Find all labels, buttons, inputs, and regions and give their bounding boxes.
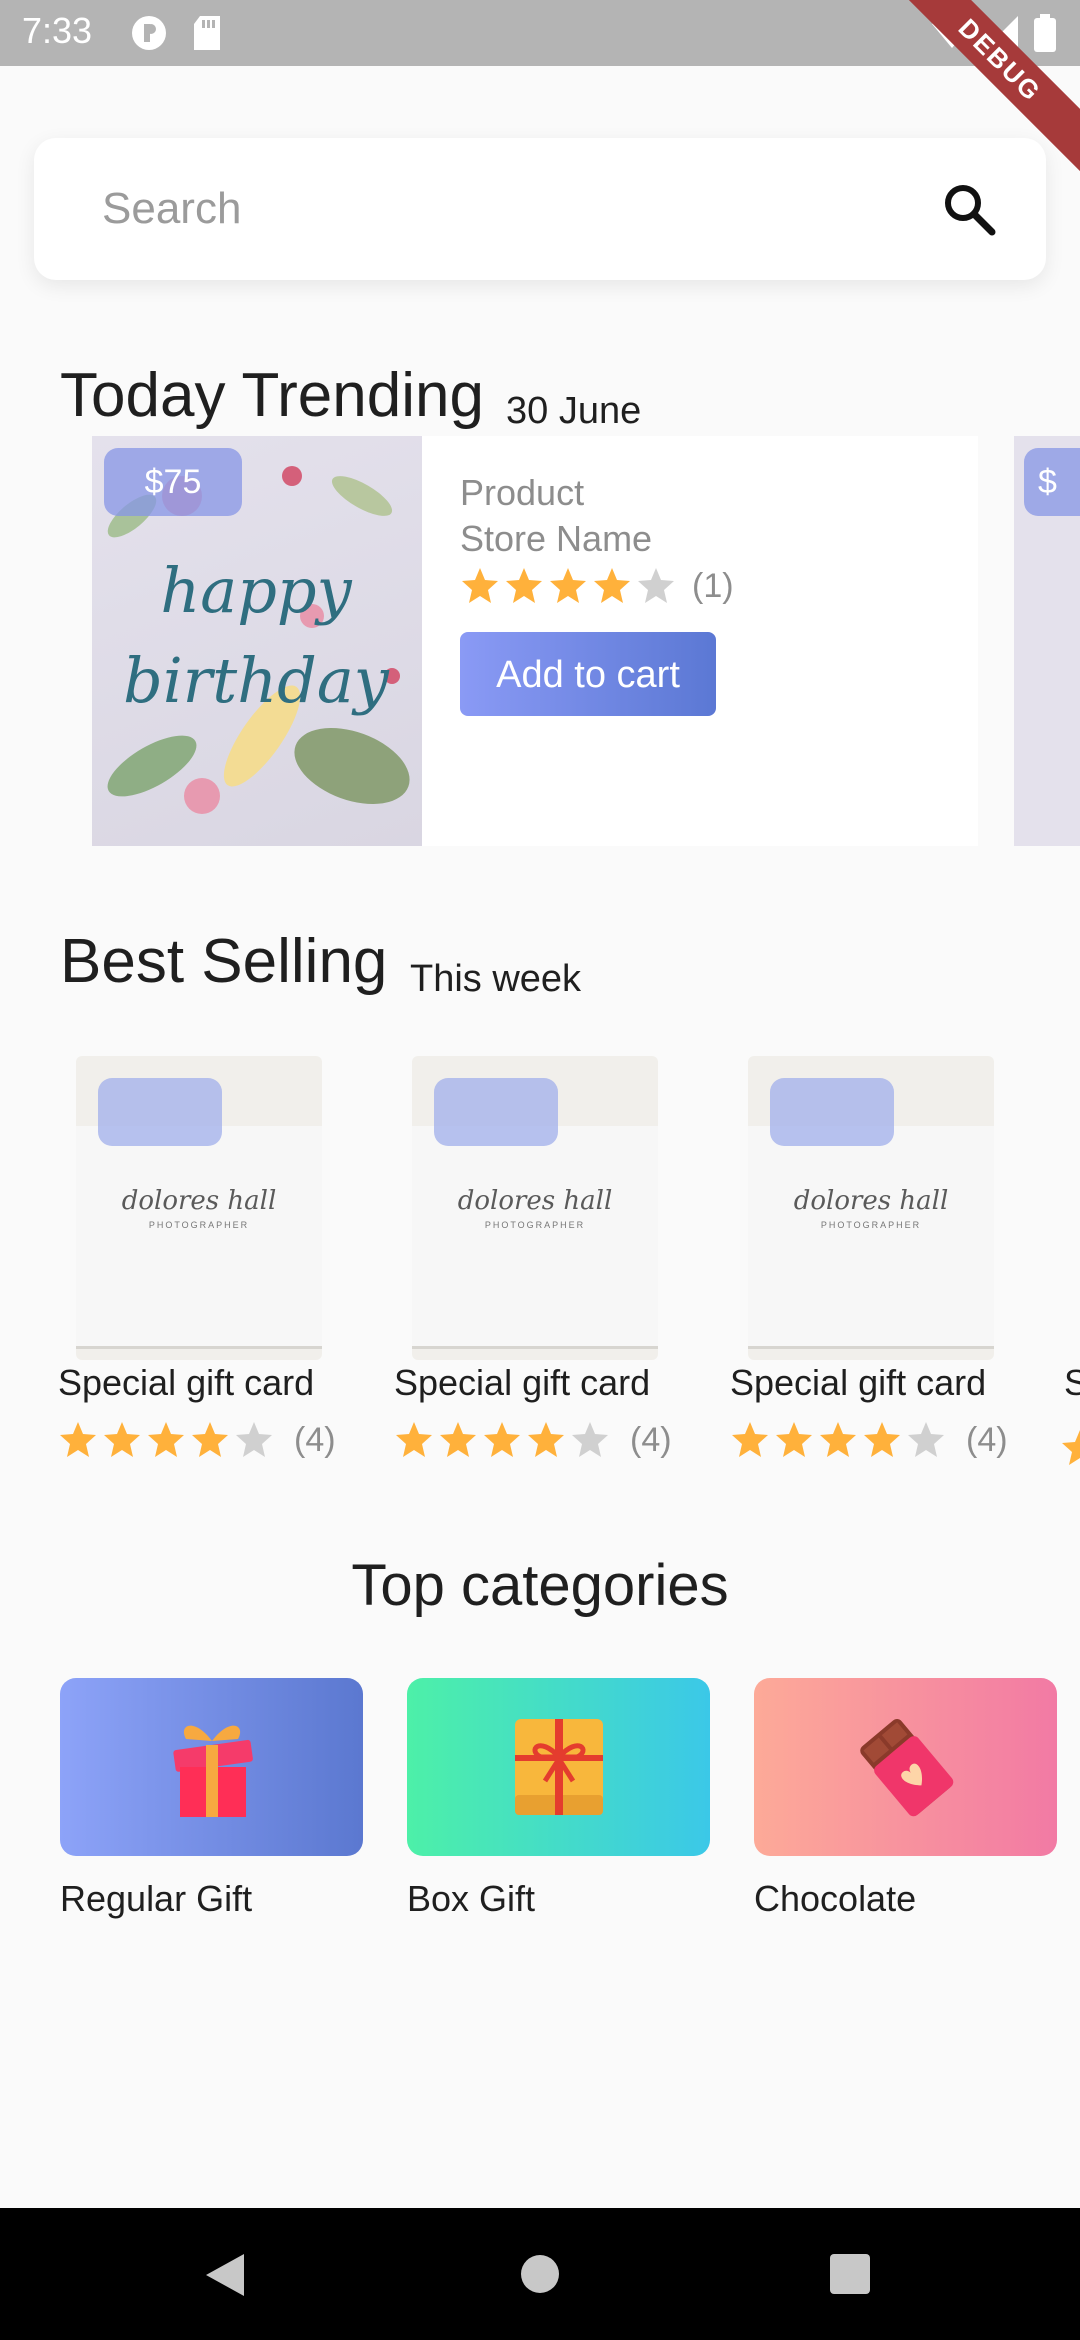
star-filled-icon xyxy=(396,1422,432,1457)
price-badge xyxy=(770,1078,894,1146)
next-trending-card[interactable]: $ xyxy=(1014,436,1080,846)
category-tile[interactable] xyxy=(754,1678,1057,1856)
card-lettering: happy birthday xyxy=(123,554,389,717)
star-filled-icon xyxy=(864,1422,900,1457)
card-lettering: dolores hall xyxy=(121,1186,277,1216)
best-selling-title: Best Selling xyxy=(60,927,388,996)
product-name: Special gift card xyxy=(394,1362,651,1403)
rating-count: (4) xyxy=(630,1420,672,1459)
rating: (1) xyxy=(460,566,734,606)
card-lettering: dolores hall xyxy=(793,1186,949,1216)
back-icon[interactable] xyxy=(204,2252,246,2298)
search-input[interactable]: Search xyxy=(102,184,241,234)
star-empty-icon xyxy=(236,1422,272,1457)
trending-date: 30 June xyxy=(506,390,642,432)
star-filled-icon xyxy=(594,568,630,603)
star-filled-icon xyxy=(732,1422,768,1457)
star-empty-icon xyxy=(908,1422,944,1457)
star-filled-icon xyxy=(528,1422,564,1457)
recents-icon[interactable] xyxy=(830,2254,870,2294)
category-label: Regular Gift xyxy=(60,1878,253,1919)
product-name: Special gift card xyxy=(58,1362,315,1403)
system-navigation-bar xyxy=(0,2208,1080,2340)
star-filled-icon xyxy=(776,1422,812,1457)
trending-product-card[interactable]: happy birthday $75 Product Store Name (1… xyxy=(92,436,978,846)
star-filled-icon xyxy=(148,1422,184,1457)
app-notification-icon xyxy=(132,16,166,50)
product-image: dolores hall PHOTOGRAPHER xyxy=(76,1056,322,1360)
star-filled-icon xyxy=(462,568,498,603)
store-name: Store Name xyxy=(460,518,653,559)
search-icon[interactable] xyxy=(942,182,996,236)
product-image: happy birthday $75 xyxy=(92,436,422,846)
rating: (4) xyxy=(394,1420,672,1460)
chocolate-icon xyxy=(859,1719,953,1817)
product-image: dolores hall PHOTOGRAPHER xyxy=(412,1056,658,1360)
home-icon[interactable] xyxy=(520,2254,560,2294)
add-to-cart-button[interactable]: Add to cart xyxy=(460,632,716,716)
card-lettering: dolores hall xyxy=(457,1186,613,1216)
category-tile[interactable] xyxy=(407,1678,710,1856)
star-filled-icon xyxy=(820,1422,856,1457)
gift-icon xyxy=(172,1725,253,1817)
star-filled-icon xyxy=(506,568,542,603)
star-filled-icon xyxy=(60,1422,96,1457)
search-bar[interactable]: Search xyxy=(34,138,1046,280)
card-sublettering: PHOTOGRAPHER xyxy=(484,1220,586,1230)
category-box-gift[interactable]: Box Gift xyxy=(407,1678,710,1920)
battery-icon xyxy=(1034,14,1056,52)
star-empty-icon xyxy=(638,568,674,603)
product-image: dolores hall PHOTOGRAPHER xyxy=(748,1056,994,1360)
product-name: Special gift card xyxy=(730,1362,987,1403)
category-label: Chocolate xyxy=(754,1878,917,1919)
trending-title: Today Trending xyxy=(60,361,484,430)
next-best-selling-item[interactable]: S xyxy=(1064,1362,1080,1404)
top-categories-title: Top categories xyxy=(351,1553,729,1618)
rating-count: (1) xyxy=(692,566,734,605)
star-filled-icon xyxy=(440,1422,476,1457)
card-sublettering: PHOTOGRAPHER xyxy=(820,1220,922,1230)
price-badge: $ xyxy=(1024,448,1080,516)
best-selling-subtitle: This week xyxy=(410,958,582,1000)
category-label: Box Gift xyxy=(407,1878,536,1919)
category-tile[interactable] xyxy=(60,1678,363,1856)
product-info: Product Store Name (1) xyxy=(460,472,734,606)
gift-box-icon xyxy=(514,1719,603,1815)
rating: (4) xyxy=(730,1420,1008,1460)
price-badge: $75 xyxy=(104,448,242,516)
rating-count: (4) xyxy=(966,1420,1008,1459)
star-icon xyxy=(1062,1430,1080,1465)
star-filled-icon xyxy=(484,1422,520,1457)
star-filled-icon xyxy=(104,1422,140,1457)
star-empty-icon xyxy=(572,1422,608,1457)
product-name: Product xyxy=(460,472,585,513)
category-regular-gift[interactable]: Regular Gift xyxy=(60,1678,363,1920)
status-time: 7:33 xyxy=(22,10,93,51)
category-chocolate[interactable]: Chocolate xyxy=(754,1678,1057,1920)
price-badge xyxy=(434,1078,558,1146)
sd-card-icon xyxy=(194,16,220,50)
price-badge xyxy=(98,1078,222,1146)
star-filled-icon xyxy=(550,568,586,603)
star-filled-icon xyxy=(192,1422,228,1457)
rating-count: (4) xyxy=(294,1420,336,1459)
rating: (4) xyxy=(58,1420,336,1460)
card-sublettering: PHOTOGRAPHER xyxy=(148,1220,250,1230)
